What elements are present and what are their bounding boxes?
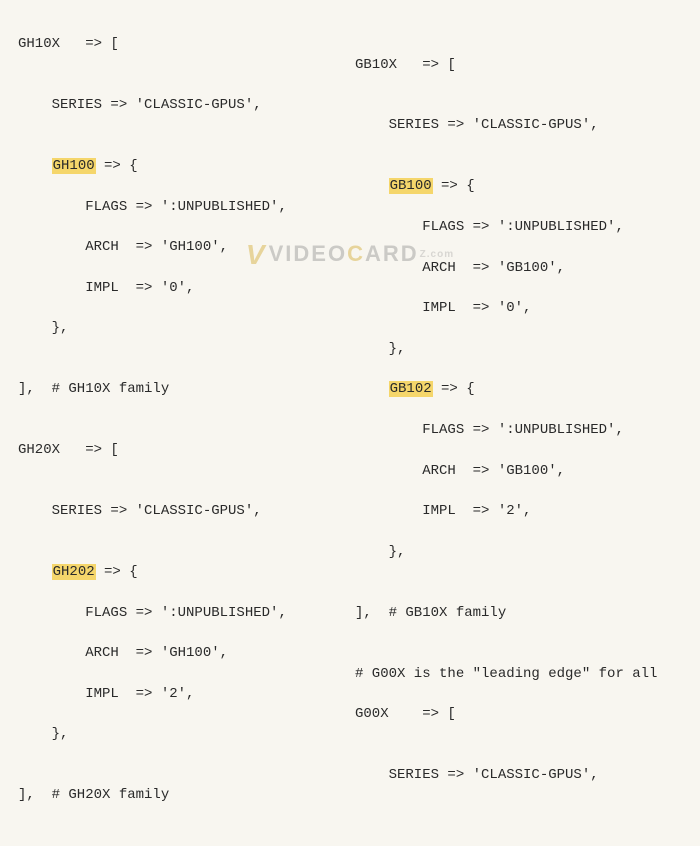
code-line: SERIES => 'CLASSIC-GPUS',	[355, 115, 682, 135]
code-line: },	[355, 542, 682, 562]
code-text: => {	[433, 381, 475, 397]
code-line: GH10X => [	[18, 34, 345, 54]
code-line: FLAGS => ':UNPUBLISHED',	[355, 217, 682, 237]
code-line: },	[18, 724, 345, 744]
code-line: GH20X => [	[18, 440, 345, 460]
code-columns: GH10X => [ SERIES => 'CLASSIC-GPUS', GH1…	[18, 14, 682, 846]
code-line: GB10X => [	[355, 55, 682, 75]
code-line: ARCH => 'GB100',	[355, 461, 682, 481]
code-line: # G00X is the "leading edge" for all	[355, 664, 682, 684]
code-line: IMPL => '0',	[18, 278, 345, 298]
code-text: => {	[433, 178, 475, 194]
code-line: IMPL => '2',	[18, 684, 345, 704]
code-line: ARCH => 'GH100',	[18, 237, 345, 257]
code-line: G00X => [	[355, 704, 682, 724]
code-line: },	[355, 339, 682, 359]
highlight-gh202: GH202	[52, 564, 96, 580]
code-line: IMPL => '2',	[355, 501, 682, 521]
code-line: },	[18, 318, 345, 338]
highlight-gb102: GB102	[389, 381, 433, 397]
code-line: ], # GH10X family	[18, 379, 345, 399]
code-line: FLAGS => ':UNPUBLISHED',	[355, 420, 682, 440]
code-line: ], # GB10X family	[355, 603, 682, 623]
indent	[355, 178, 389, 194]
indent	[18, 158, 52, 174]
code-line: GH100 => {	[18, 156, 345, 176]
code-line: ARCH => 'GH100',	[18, 643, 345, 663]
code-line: IMPL => '0',	[355, 298, 682, 318]
indent	[18, 564, 52, 580]
left-column: GH10X => [ SERIES => 'CLASSIC-GPUS', GH1…	[18, 14, 345, 846]
code-line: FLAGS => ':UNPUBLISHED',	[18, 197, 345, 217]
code-line: SERIES => 'CLASSIC-GPUS',	[18, 95, 345, 115]
code-line: SERIES => 'CLASSIC-GPUS',	[18, 501, 345, 521]
code-line: FLAGS => ':UNPUBLISHED',	[18, 603, 345, 623]
right-column: GB10X => [ SERIES => 'CLASSIC-GPUS', GB1…	[355, 14, 682, 846]
highlight-gh100: GH100	[52, 158, 96, 174]
highlight-gb100: GB100	[389, 178, 433, 194]
code-text: => {	[96, 158, 138, 174]
code-line: ARCH => 'GB100',	[355, 258, 682, 278]
code-line: GH202 => {	[18, 562, 345, 582]
code-line: SERIES => 'CLASSIC-GPUS',	[355, 765, 682, 785]
code-line: ], # GH20X family	[18, 785, 345, 805]
code-line: GB100 => {	[355, 176, 682, 196]
indent	[355, 381, 389, 397]
code-line: GB102 => {	[355, 379, 682, 399]
code-text: => {	[96, 564, 138, 580]
